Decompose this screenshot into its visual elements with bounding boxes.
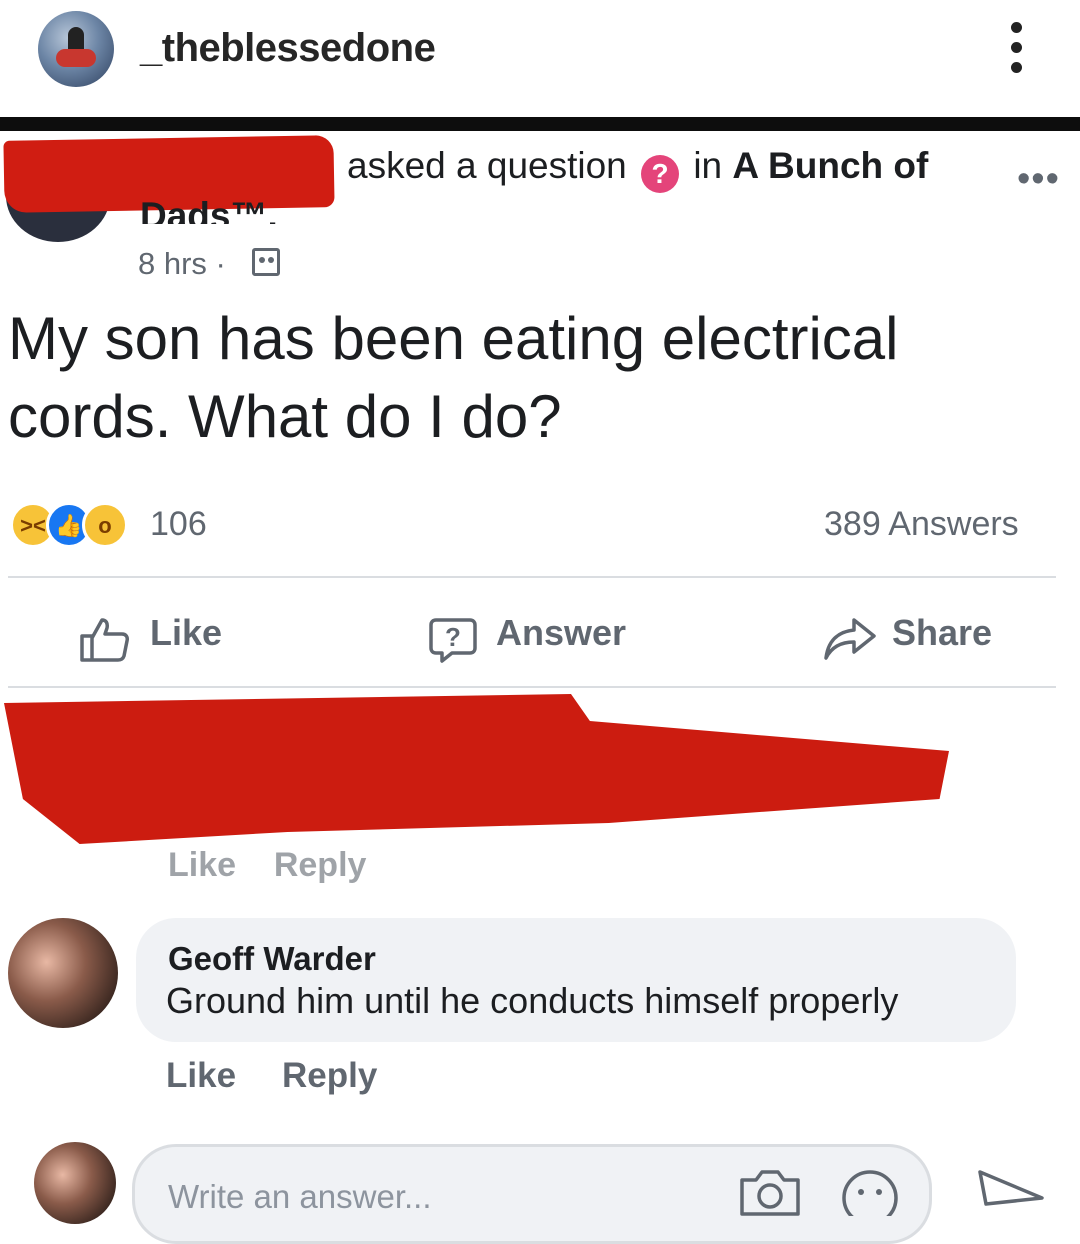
answer-button[interactable]: Answer xyxy=(496,612,626,654)
like-button[interactable]: Like xyxy=(150,612,222,654)
profile-username[interactable]: _theblessedone xyxy=(140,26,436,71)
redacted-like-link[interactable]: Like xyxy=(168,846,236,884)
redacted-comment-actions: Like Reply xyxy=(168,846,366,885)
share-arrow-icon xyxy=(824,618,876,660)
svg-text:?: ? xyxy=(445,622,461,652)
current-user-avatar xyxy=(34,1142,116,1224)
separator: · xyxy=(215,246,226,281)
thumbs-up-icon xyxy=(80,618,129,662)
profile-avatar[interactable] xyxy=(38,11,114,87)
emoji-icon[interactable] xyxy=(840,1168,900,1216)
question-text: My son has been eating electrical cords.… xyxy=(8,305,899,450)
divider xyxy=(8,686,1056,688)
send-icon[interactable] xyxy=(976,1168,1046,1208)
comment-reply-link[interactable]: Reply xyxy=(282,1056,377,1096)
timestamp-label: 8 hrs xyxy=(138,246,207,281)
question-badge-icon: ? xyxy=(641,155,680,193)
vertical-ellipsis-icon[interactable] xyxy=(1004,22,1028,78)
post-more-icon[interactable]: ••• xyxy=(1017,158,1060,201)
camera-icon[interactable] xyxy=(736,1168,804,1216)
group-name-continued[interactable]: Dads™. xyxy=(140,194,278,224)
in-label: in xyxy=(693,145,723,186)
group-privacy-icon xyxy=(252,248,280,276)
answers-count[interactable]: 389 Answers xyxy=(824,505,1019,544)
reaction-count[interactable]: 106 xyxy=(150,505,207,544)
comment-like-link[interactable]: Like xyxy=(166,1056,236,1096)
wow-reaction-icon: o xyxy=(82,502,128,548)
post-timestamp[interactable]: 8 hrs · xyxy=(138,246,226,282)
divider xyxy=(0,117,1080,131)
asked-label: asked a question xyxy=(347,145,627,186)
redacted-reply-link[interactable]: Reply xyxy=(274,846,367,884)
post-header-text: asked a question ? in A Bunch of xyxy=(347,145,928,193)
answer-input-placeholder: Write an answer... xyxy=(168,1178,432,1215)
commenter-avatar[interactable] xyxy=(8,918,118,1028)
comment-author[interactable]: Geoff Warder xyxy=(168,940,376,978)
share-button[interactable]: Share xyxy=(892,612,992,654)
answer-question-icon: ? xyxy=(429,618,477,663)
redaction-mark xyxy=(4,694,949,844)
divider xyxy=(8,576,1056,578)
comment-text: Ground him until he conducts himself pro… xyxy=(166,980,899,1021)
group-name-link[interactable]: A Bunch of xyxy=(732,145,928,186)
